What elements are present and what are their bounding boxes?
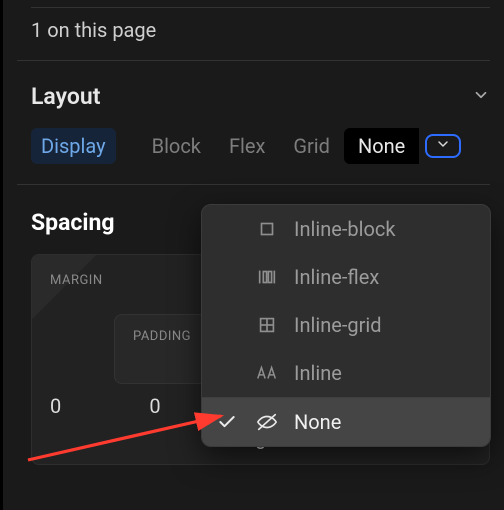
check-icon — [216, 412, 238, 432]
display-option-none[interactable]: None — [344, 128, 419, 164]
chevron-down-icon — [472, 86, 490, 108]
top-divider — [31, 0, 490, 8]
inline-icon — [254, 363, 280, 383]
style-panel: 1 on this page Layout Display Block Flex… — [0, 0, 504, 510]
display-segmented: Block Flex Grid None — [138, 128, 420, 164]
display-more-dropdown-button[interactable] — [425, 134, 461, 158]
menu-item-label: Inline — [294, 361, 342, 385]
menu-item-none[interactable]: None — [202, 398, 490, 446]
display-option-flex[interactable]: Flex — [215, 128, 279, 164]
display-dropdown-menu: Inline-block Inline-flex Inline-grid Inl… — [201, 204, 491, 447]
menu-item-inline[interactable]: Inline — [202, 349, 490, 397]
display-row: Display Block Flex Grid None — [31, 128, 490, 164]
menu-item-inline-block[interactable]: Inline-block — [202, 205, 490, 253]
menu-item-inline-grid[interactable]: Inline-grid — [202, 301, 490, 349]
layout-section: Layout Display Block Flex Grid None — [3, 61, 504, 164]
inline-flex-icon — [254, 266, 280, 288]
display-option-block[interactable]: Block — [138, 128, 215, 164]
display-option-grid[interactable]: Grid — [279, 128, 344, 164]
menu-item-inline-flex[interactable]: Inline-flex — [202, 253, 490, 301]
padding-left-value[interactable]: 0 — [110, 394, 200, 418]
chevron-down-icon — [435, 136, 451, 156]
menu-item-label: Inline-flex — [294, 265, 379, 289]
margin-left-value[interactable]: 0 — [50, 394, 110, 418]
layout-header[interactable]: Layout — [31, 61, 490, 128]
menu-item-label: Inline-grid — [294, 313, 382, 337]
menu-item-label: None — [294, 410, 341, 434]
instance-count: 1 on this page — [3, 8, 504, 60]
eye-off-icon — [254, 411, 280, 433]
display-property-label[interactable]: Display — [31, 128, 116, 164]
inline-grid-icon — [254, 314, 280, 336]
menu-item-label: Inline-block — [294, 217, 396, 241]
inline-block-icon — [254, 218, 280, 240]
layout-title: Layout — [31, 83, 100, 110]
